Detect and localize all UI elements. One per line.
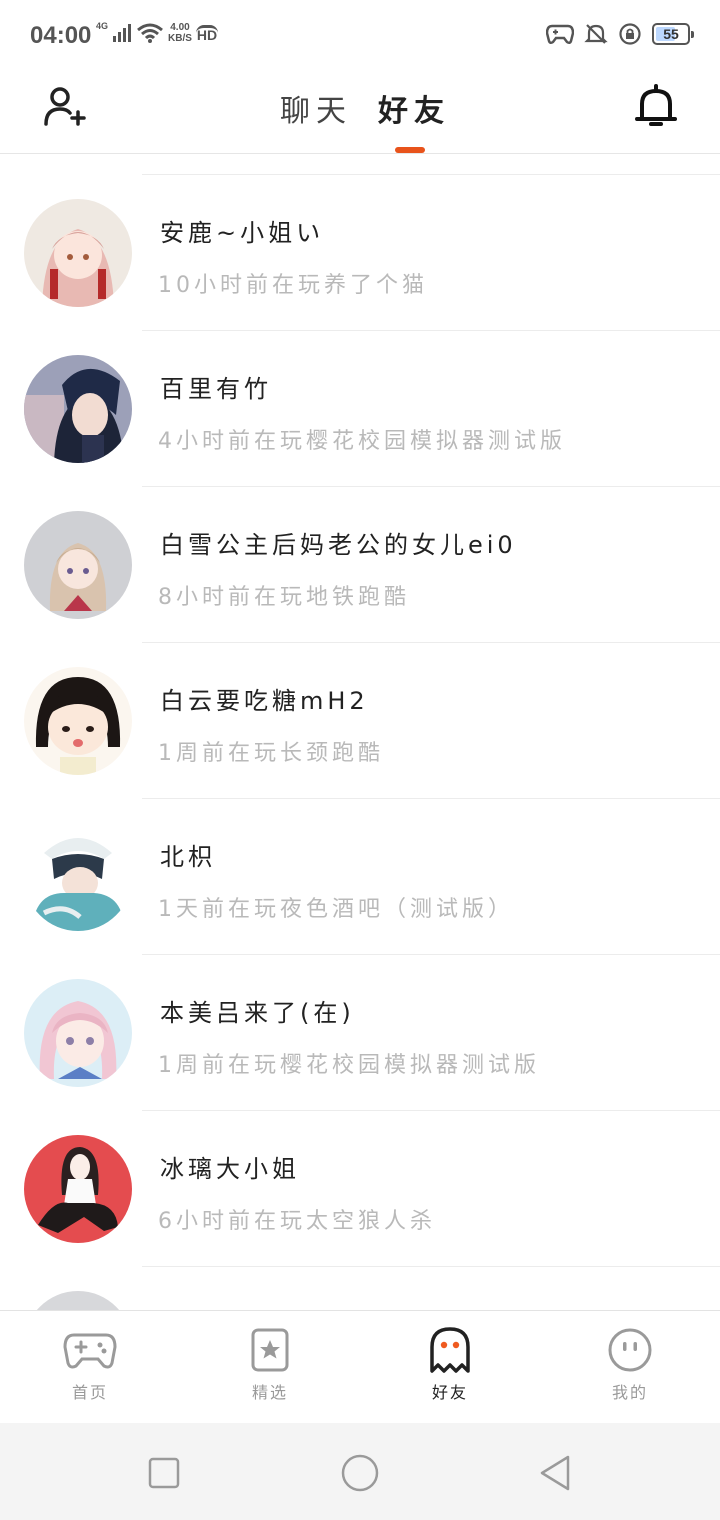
status-left-icons: 4G 4.00 KB/S HD xyxy=(96,21,219,44)
hd-badge: HD xyxy=(195,24,219,43)
nav-me[interactable]: 我的 xyxy=(580,1327,680,1417)
avatar[interactable] xyxy=(24,1135,132,1243)
mute-bell-icon xyxy=(584,24,608,44)
ghost-icon xyxy=(430,1327,470,1373)
friend-activity: 6小时前在玩太空狼人杀 xyxy=(158,1209,436,1234)
avatar[interactable] xyxy=(24,355,132,463)
friend-name: 白雪公主后妈老公的女儿ei0 xyxy=(160,531,517,559)
network-type-label: 4G xyxy=(96,21,109,31)
friend-activity: 4小时前在玩樱花校园模拟器测试版 xyxy=(158,429,566,454)
friend-activity: 1周前在玩樱花校园模拟器测试版 xyxy=(158,1053,540,1078)
network-speed-value: 4.00 xyxy=(170,22,190,33)
smiley-face-icon xyxy=(608,1328,652,1372)
friend-row[interactable]: 本美吕来了(在) 1周前在玩樱花校园模拟器测试版 xyxy=(0,955,720,1111)
bell-icon[interactable] xyxy=(632,82,680,130)
tab-bar: 聊天 好友 xyxy=(0,72,720,154)
friend-activity: 1天前在玩夜色酒吧（测试版） xyxy=(158,897,514,922)
tab-friends[interactable]: 好友 xyxy=(378,86,450,130)
status-time: 04:00 xyxy=(30,22,92,49)
friend-row[interactable]: 安鹿~小姐い 10小时前在玩养了个猫 xyxy=(0,175,720,331)
wifi-icon xyxy=(137,23,163,43)
friend-activity: 1周前在玩长颈跑酷 xyxy=(158,741,384,766)
network-speed-unit: KB/S xyxy=(168,33,192,44)
back-icon[interactable] xyxy=(536,1453,576,1493)
nav-label: 我的 xyxy=(611,1383,648,1402)
active-tab-indicator xyxy=(395,147,425,153)
avatar[interactable] xyxy=(24,1291,132,1310)
system-nav-bar xyxy=(0,1423,720,1520)
friend-row[interactable]: 北枳 1天前在玩夜色酒吧（测试版） xyxy=(0,799,720,955)
friend-row[interactable]: 冰璃大小姐 6小时前在玩太空狼人杀 xyxy=(0,1111,720,1267)
battery-icon: 55 xyxy=(652,23,694,45)
avatar[interactable] xyxy=(24,823,132,931)
nav-label: 精选 xyxy=(251,1383,288,1402)
avatar[interactable] xyxy=(24,511,132,619)
status-right-icons: 55 xyxy=(546,22,694,46)
friend-row[interactable]: 白雪公主后妈老公的女儿ei0 8小时前在玩地铁跑酷 xyxy=(0,487,720,643)
avatar[interactable] xyxy=(24,667,132,775)
gamepad-icon xyxy=(546,24,574,45)
friend-name: 百里有竹 xyxy=(160,375,272,403)
bottom-nav: 首页 精选 好友 我的 xyxy=(0,1310,720,1423)
friend-name: 安鹿~小姐い xyxy=(160,219,325,247)
friend-row[interactable] xyxy=(0,1267,720,1310)
nav-friends[interactable]: 好友 xyxy=(400,1327,500,1417)
friend-activity: 10小时前在玩养了个猫 xyxy=(158,273,428,298)
friend-name: 本美吕来了(在) xyxy=(160,999,355,1027)
rotation-lock-icon xyxy=(619,23,641,45)
battery-level: 55 xyxy=(663,26,679,42)
avatar[interactable] xyxy=(24,199,132,307)
avatar[interactable] xyxy=(24,979,132,1087)
top-header: 聊天 好友 xyxy=(0,72,720,154)
gamepad-icon xyxy=(63,1333,117,1369)
recent-apps-icon[interactable] xyxy=(144,1453,184,1493)
friend-name: 白云要吃糖mH2 xyxy=(160,687,369,715)
home-icon[interactable] xyxy=(340,1453,380,1493)
friend-row[interactable]: 百里有竹 4小时前在玩樱花校园模拟器测试版 xyxy=(0,331,720,487)
star-bookmark-icon xyxy=(251,1328,289,1372)
tab-chat[interactable]: 聊天 xyxy=(280,86,352,130)
nav-label: 首页 xyxy=(71,1383,108,1402)
friend-name: 冰璃大小姐 xyxy=(160,1155,300,1183)
network-speed: 4.00 KB/S xyxy=(168,22,192,44)
friend-name: 北枳 xyxy=(160,843,216,871)
nav-featured[interactable]: 精选 xyxy=(220,1327,320,1417)
nav-home[interactable]: 首页 xyxy=(40,1327,140,1417)
friend-list[interactable]: 安鹿~小姐い 10小时前在玩养了个猫 百里有竹 4小时前在玩樱花校园模拟器测试版 xyxy=(0,155,720,1310)
status-bar: 04:00 4G 4.00 KB/S HD 55 xyxy=(0,0,720,72)
nav-label: 好友 xyxy=(400,1379,500,1411)
friend-row[interactable]: 白云要吃糖mH2 1周前在玩长颈跑酷 xyxy=(0,643,720,799)
signal-icon xyxy=(113,24,132,42)
friend-activity: 8小时前在玩地铁跑酷 xyxy=(158,585,410,610)
